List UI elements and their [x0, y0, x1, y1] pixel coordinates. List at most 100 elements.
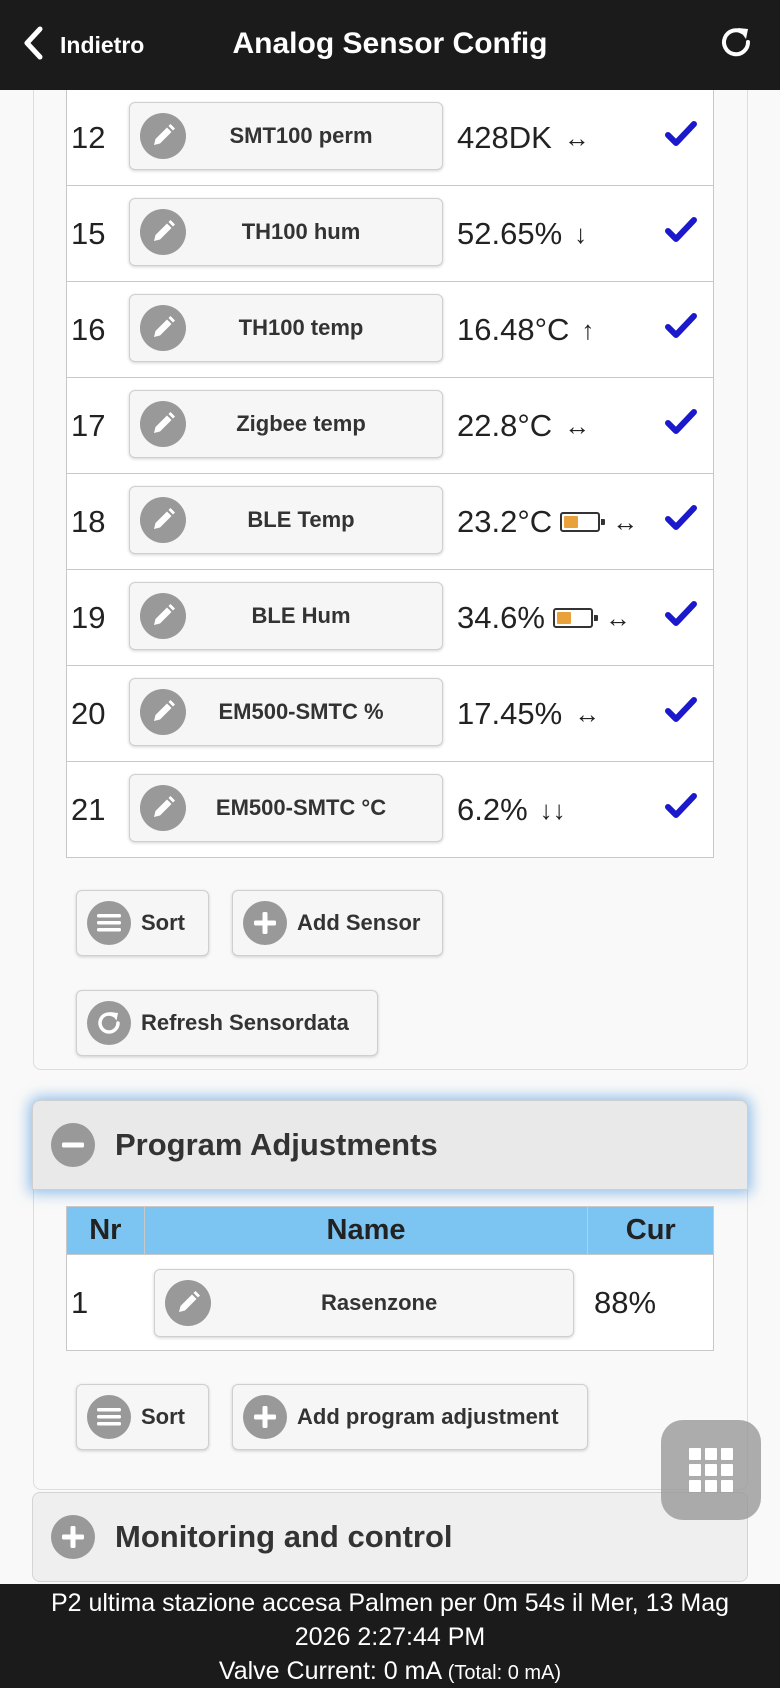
monitoring-header[interactable]: Monitoring and control [32, 1492, 748, 1582]
check-icon [665, 408, 697, 436]
sensor-row: 19 BLE Hum 34.6% ↔ [66, 570, 714, 666]
app-header: Indietro Analog Sensor Config [0, 0, 780, 90]
adjustment-name: Rasenzone [321, 1289, 438, 1315]
pencil-icon [140, 785, 186, 831]
sensor-value: 16.48°C ↑ [457, 282, 594, 378]
plus-icon [243, 901, 287, 945]
page-title: Analog Sensor Config [232, 27, 548, 60]
trend-indicator: ↔ [564, 410, 591, 441]
sensor-nr: 20 [71, 696, 106, 731]
sensor-edit-button[interactable]: EM500-SMTC °C [129, 774, 443, 842]
sensor-value: 6.2% ↓↓ [457, 762, 566, 858]
sensor-row: 17 Zigbee temp 22.8°C ↔ [66, 378, 714, 474]
sort-adjustments-button[interactable]: Sort [76, 1384, 209, 1450]
pencil-icon [140, 593, 186, 639]
sensor-nr: 18 [71, 504, 106, 539]
program-adjustments-title: Program Adjustments [115, 1127, 438, 1162]
grid-menu-button[interactable] [661, 1420, 761, 1520]
check-icon [665, 600, 697, 628]
minus-icon [51, 1123, 95, 1167]
valve-current-label: Valve Current: 0 mA [218, 1657, 441, 1685]
adjustment-edit-button[interactable]: Rasenzone [154, 1268, 575, 1337]
adjustment-name-cell: Rasenzone [144, 1254, 588, 1351]
pencil-icon [140, 689, 186, 735]
sensor-nr: 15 [71, 216, 106, 251]
refresh-icon [87, 1001, 131, 1045]
trend-indicator: ↓ [574, 218, 588, 249]
sensor-value: 428DK ↔ [457, 90, 590, 186]
last-station-time: 2026 2:27:44 PM [294, 1623, 486, 1651]
pencil-icon [140, 305, 186, 351]
check-icon [665, 792, 697, 820]
list-icon [87, 901, 131, 945]
pencil-icon [140, 209, 186, 255]
sensor-row: 15 TH100 hum 52.65% ↓ [66, 186, 714, 282]
add-program-adjustment-button[interactable]: Add program adjustment [232, 1384, 588, 1450]
sensor-nr: 21 [71, 792, 106, 827]
valve-current-total: (Total: 0 mA) [447, 1662, 562, 1684]
battery-icon [552, 608, 598, 628]
sensor-reading: 22.8°C [457, 408, 553, 443]
trend-indicator: ↔ [612, 506, 639, 537]
pencil-icon [165, 1279, 212, 1326]
column-header-nr: Nr [66, 1206, 145, 1255]
sensor-row: 20 EM500-SMTC % 17.45% ↔ [66, 666, 714, 762]
sensor-edit-button[interactable]: BLE Hum [129, 582, 443, 650]
check-icon [665, 504, 697, 532]
program-adjustments-header[interactable]: Program Adjustments [32, 1100, 748, 1190]
sensor-nr: 19 [71, 600, 106, 635]
check-icon [665, 216, 697, 244]
column-header-name: Name [143, 1206, 589, 1255]
grid-icon [689, 1448, 701, 1460]
sensor-name: BLE Temp [247, 507, 355, 532]
sensor-reading: 23.2°C [457, 504, 553, 539]
sensor-reading: 6.2% [457, 792, 528, 827]
sensor-name: EM500-SMTC °C [215, 795, 387, 820]
trend-indicator: ↔ [563, 122, 590, 153]
sensor-value: 17.45% ↔ [457, 666, 600, 762]
sensor-edit-button[interactable]: SMT100 perm [129, 102, 443, 170]
sensor-name: TH100 temp [238, 315, 364, 340]
sensor-row: 18 BLE Temp 23.2°C ↔ [66, 474, 714, 570]
sensor-reading: 16.48°C [457, 312, 570, 347]
sensor-value: 22.8°C ↔ [457, 378, 590, 474]
sensor-name: SMT100 perm [229, 123, 373, 148]
sensor-nr: 16 [71, 312, 106, 347]
sensor-name: Zigbee temp [236, 411, 366, 436]
sensor-reading: 34.6% [457, 600, 545, 635]
sensor-edit-button[interactable]: BLE Temp [129, 486, 443, 554]
sensor-row: 21 EM500-SMTC °C 6.2% ↓↓ [66, 762, 714, 858]
plus-icon [51, 1515, 95, 1559]
monitoring-title: Monitoring and control [115, 1519, 453, 1554]
sensor-edit-button[interactable]: TH100 hum [129, 198, 443, 266]
table-row: 1 Rasenzone 88% [66, 1254, 714, 1351]
sensor-edit-button[interactable]: TH100 temp [129, 294, 443, 362]
sensor-name: EM500-SMTC % [218, 699, 384, 724]
sensor-list: 12 SMT100 perm 428DK ↔ 15 TH100 hum 52.6… [66, 90, 714, 858]
status-footer: P2 ultima stazione accesa Palmen per 0m … [0, 1584, 780, 1688]
adjustment-cur: 88% [587, 1254, 714, 1351]
adjustment-nr: 1 [66, 1254, 145, 1351]
pencil-icon [140, 401, 186, 447]
check-icon [665, 312, 697, 340]
sensor-nr: 12 [71, 120, 106, 155]
sensor-edit-button[interactable]: Zigbee temp [129, 390, 443, 458]
refresh-button[interactable] [718, 24, 754, 60]
trend-indicator: ↔ [574, 698, 601, 729]
pencil-icon [140, 113, 186, 159]
sensor-reading: 52.65% [457, 216, 563, 251]
refresh-sensordata-button[interactable]: Refresh Sensordata [76, 990, 378, 1056]
sensor-value: 34.6% ↔ [457, 570, 631, 666]
trend-indicator: ↓↓ [539, 794, 566, 825]
add-program-adjustment-label: Add program adjustment [297, 1404, 559, 1429]
sensor-row: 12 SMT100 perm 428DK ↔ [66, 90, 714, 186]
sensor-name: TH100 hum [241, 219, 361, 244]
add-sensor-label: Add Sensor [297, 910, 421, 935]
sensor-row: 16 TH100 temp 16.48°C ↑ [66, 282, 714, 378]
battery-icon [560, 512, 606, 532]
sensor-edit-button[interactable]: EM500-SMTC % [129, 678, 443, 746]
check-icon [665, 120, 697, 148]
pencil-icon [140, 497, 186, 543]
add-sensor-button[interactable]: Add Sensor [232, 890, 443, 956]
sort-sensors-button[interactable]: Sort [76, 890, 209, 956]
